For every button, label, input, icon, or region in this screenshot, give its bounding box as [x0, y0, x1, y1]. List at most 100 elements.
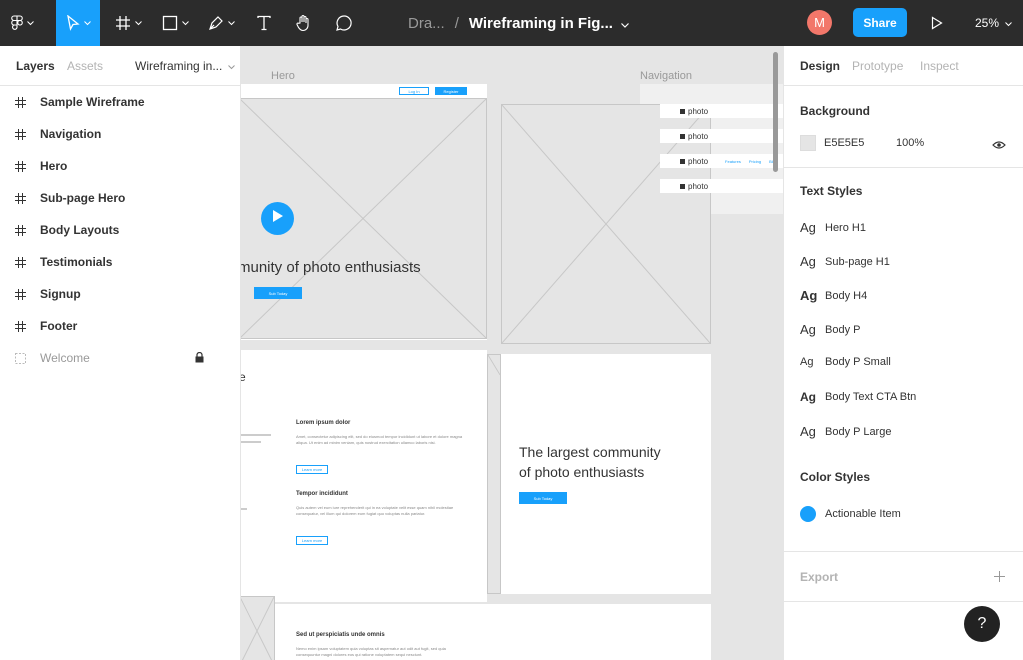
- text-styles-section-title: Text Styles: [800, 184, 863, 198]
- layer-label: Body Layouts: [40, 223, 120, 237]
- body-layouts-frame[interactable]: e Lorem ipsum dolor Amet, consectetur ad…: [241, 350, 487, 602]
- register-button[interactable]: Register: [435, 87, 467, 95]
- nav-item[interactable]: photo: [660, 104, 783, 118]
- shape-tool-button[interactable]: [155, 0, 195, 46]
- avatar[interactable]: M: [807, 10, 832, 35]
- design-panel-tabs: Design Prototype Inspect: [784, 46, 1023, 86]
- text-placeholder-line: [241, 441, 261, 443]
- nav-item[interactable]: photo: [660, 179, 783, 193]
- text-style-body-p[interactable]: Ag Body P: [800, 322, 860, 337]
- nav-link[interactable]: Pricing: [749, 159, 761, 164]
- design-panel: Design Prototype Inspect Background E5E5…: [783, 46, 1023, 660]
- layers-panel-tabs: Layers Assets Wireframing in...: [0, 46, 240, 86]
- eye-icon[interactable]: [992, 137, 1006, 155]
- background-opacity-input[interactable]: 100%: [896, 137, 924, 149]
- layer-welcome[interactable]: Welcome: [0, 342, 240, 374]
- text-style-body-h4[interactable]: Ag Body H4: [800, 288, 867, 303]
- text-style-body-p-large[interactable]: Ag Body P Large: [800, 424, 891, 439]
- text-style-icon: Ag: [800, 220, 816, 235]
- text-style-icon: Ag: [800, 356, 814, 368]
- color-style-actionable-item[interactable]: Actionable Item: [800, 506, 901, 522]
- help-button[interactable]: ?: [964, 606, 1000, 642]
- present-icon: [931, 16, 943, 30]
- document-title[interactable]: Dra... / Wireframing in Fig...: [408, 0, 629, 46]
- body-item-text: Nemo enim ipsam voluptatem quia voluptas…: [296, 646, 446, 657]
- frame-icon: [0, 96, 40, 108]
- sub-page-hero-heading-line2: of photo enthusiasts: [519, 464, 645, 480]
- text-style-hero-h1[interactable]: Ag Hero H1: [800, 220, 866, 235]
- zoom-dropdown[interactable]: 25%: [975, 0, 1012, 46]
- testimonials-frame[interactable]: Sed ut perspiciatis unde omnis Nemo enim…: [275, 604, 711, 660]
- play-button[interactable]: [261, 202, 294, 235]
- frame-tool-icon: [115, 15, 131, 31]
- plus-icon[interactable]: [994, 569, 1005, 587]
- comment-tool-button[interactable]: [331, 0, 357, 46]
- text-style-label: Body H4: [825, 289, 868, 302]
- text-style-sub-page-h1[interactable]: Ag Sub-page H1: [800, 254, 890, 269]
- learn-more-button[interactable]: Learn more: [296, 465, 328, 474]
- layer-signup[interactable]: Signup: [0, 278, 240, 310]
- hand-tool-button[interactable]: [291, 0, 317, 46]
- sub-page-hero-frame[interactable]: The largest community of photo enthusias…: [487, 354, 711, 594]
- pen-tool-icon: [208, 15, 224, 31]
- nav-item-label: photo: [688, 156, 709, 166]
- body-item-heading: Lorem ipsum dolor: [296, 420, 351, 426]
- body-item-heading: Sed ut perspiciatis unde omnis: [296, 632, 385, 638]
- canvas[interactable]: Hero Navigation Log In Register munity o…: [241, 46, 783, 660]
- frame-label-navigation[interactable]: Navigation: [640, 70, 692, 82]
- layer-label: Sub-page Hero: [40, 191, 126, 205]
- layer-sub-page-hero[interactable]: Sub-page Hero: [0, 182, 240, 214]
- nav-item[interactable]: photo: [660, 129, 783, 143]
- layer-sample-wireframe[interactable]: Sample Wireframe: [0, 86, 240, 118]
- sub-page-cta-button[interactable]: Sub Today: [519, 492, 567, 504]
- nav-item[interactable]: photo Features Pricing Blog: [660, 154, 783, 168]
- frame-icon: [0, 224, 40, 236]
- body-item-text: Amet, consectetur adipiscing elit, sed d…: [296, 434, 463, 445]
- layer-footer[interactable]: Footer: [0, 310, 240, 342]
- frame-tool-button[interactable]: [108, 0, 148, 46]
- text-style-body-text-cta-btn[interactable]: Ag Body Text CTA Btn: [800, 390, 916, 404]
- layer-hero[interactable]: Hero: [0, 150, 240, 182]
- export-section-title: Export: [800, 570, 839, 584]
- text-style-body-p-small[interactable]: Ag Body P Small: [800, 356, 891, 368]
- main-menu-button[interactable]: [0, 0, 44, 46]
- frame-label-hero[interactable]: Hero: [271, 70, 295, 82]
- tab-inspect[interactable]: Inspect: [920, 59, 959, 73]
- frame-icon: [0, 192, 40, 204]
- present-button[interactable]: [925, 0, 949, 46]
- hero-frame[interactable]: Log In Register munity of photo enthusia…: [241, 84, 487, 340]
- figma-menu-icon: [10, 15, 23, 31]
- learn-more-button[interactable]: Learn more: [296, 536, 328, 545]
- tab-assets[interactable]: Assets: [67, 59, 103, 73]
- body-heading-partial: e: [241, 370, 246, 384]
- text-placeholder-line: [241, 434, 271, 436]
- project-name[interactable]: Dra...: [408, 15, 445, 32]
- background-hex-input[interactable]: E5E5E5: [824, 137, 864, 149]
- text-tool-icon: [256, 15, 272, 31]
- canvas-scrollbar[interactable]: [773, 52, 778, 172]
- move-tool-button[interactable]: [56, 0, 100, 46]
- nav-link[interactable]: Features: [725, 159, 741, 164]
- login-button[interactable]: Log In: [399, 87, 429, 95]
- layer-body-layouts[interactable]: Body Layouts: [0, 214, 240, 246]
- chevron-down-icon[interactable]: [620, 15, 629, 32]
- file-name[interactable]: Wireframing in Fig...: [469, 15, 613, 32]
- background-swatch[interactable]: [800, 135, 816, 151]
- divider: [784, 601, 1023, 602]
- photo-icon: [680, 182, 685, 191]
- chevron-down-icon: [134, 20, 142, 26]
- tab-design[interactable]: Design: [800, 59, 840, 73]
- layer-label: Welcome: [40, 351, 90, 365]
- chevron-down-icon: [26, 20, 34, 26]
- tab-layers[interactable]: Layers: [16, 59, 55, 73]
- page-selector[interactable]: Wireframing in...: [135, 59, 236, 73]
- divider: [784, 551, 1023, 552]
- tab-prototype[interactable]: Prototype: [852, 59, 903, 73]
- layer-testimonials[interactable]: Testimonials: [0, 246, 240, 278]
- share-button[interactable]: Share: [853, 8, 907, 37]
- text-tool-button[interactable]: [252, 0, 276, 46]
- hero-cta-button[interactable]: Sub Today: [254, 287, 302, 299]
- pen-tool-button[interactable]: [200, 0, 242, 46]
- lock-icon[interactable]: [195, 351, 204, 366]
- layer-navigation[interactable]: Navigation: [0, 118, 240, 150]
